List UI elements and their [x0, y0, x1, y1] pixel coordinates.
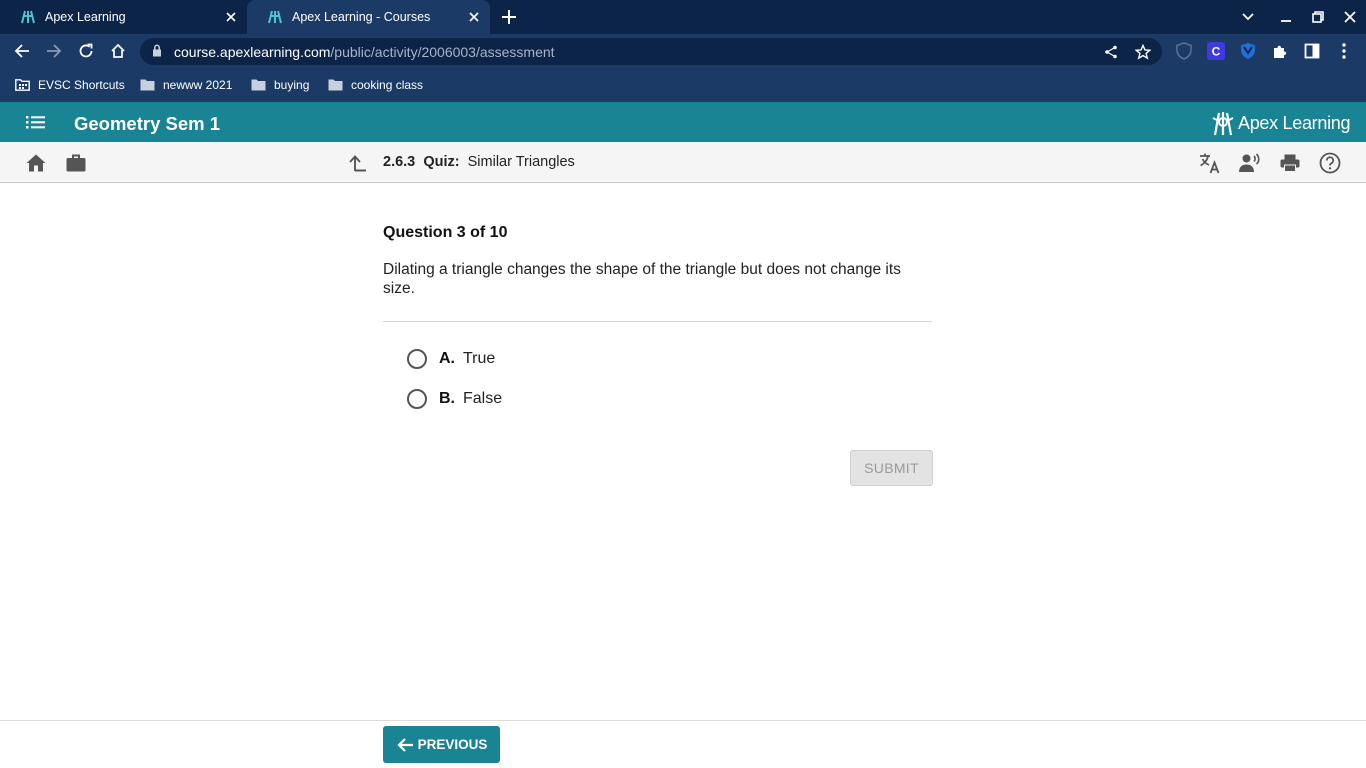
apps-folder-icon	[15, 79, 30, 91]
url-host: course.apexlearning.com	[174, 44, 331, 60]
address-bar[interactable]: course.apexlearning.com/public/activity/…	[140, 38, 1162, 65]
side-panel-icon[interactable]	[1300, 39, 1324, 63]
activity-breadcrumb: 2.6.3 Quiz: Similar Triangles	[383, 154, 575, 170]
radio-button-a[interactable]	[407, 349, 427, 369]
browser-menu-icon[interactable]	[1332, 39, 1356, 63]
text-to-speech-icon[interactable]	[1239, 152, 1261, 174]
bookmark-label: newww 2021	[163, 78, 233, 92]
arrow-left-icon	[397, 737, 413, 752]
apex-favicon-icon	[267, 9, 283, 25]
bookmark-newww-2021[interactable]: newww 2021	[140, 76, 232, 94]
quiz-footer: PREVIOUS	[0, 720, 1366, 768]
bookmark-evsc-shortcuts[interactable]: EVSC Shortcuts	[15, 76, 125, 94]
browser-toolbar: course.apexlearning.com/public/activity/…	[0, 34, 1366, 68]
apex-logo-icon	[1212, 112, 1234, 136]
bookmark-label: buying	[274, 78, 310, 92]
new-tab-plus-icon[interactable]	[499, 7, 519, 27]
bookmark-buying[interactable]: buying	[251, 76, 309, 94]
question-counter: Question 3 of 10	[383, 224, 508, 241]
translate-icon[interactable]	[1199, 152, 1221, 174]
previous-label: PREVIOUS	[417, 737, 488, 752]
back-arrow-icon[interactable]	[10, 39, 34, 63]
close-tab-icon[interactable]	[466, 9, 482, 25]
activity-number: 2.6.3	[383, 154, 416, 170]
home-icon[interactable]	[106, 39, 130, 63]
url-text: course.apexlearning.com/public/activity/…	[174, 44, 555, 60]
c-extension-icon[interactable]: C	[1204, 39, 1228, 63]
question-divider	[383, 321, 932, 322]
list-menu-icon[interactable]	[26, 114, 46, 135]
up-level-arrow-icon[interactable]	[347, 152, 369, 174]
activity-toolbar: 2.6.3 Quiz: Similar Triangles	[0, 142, 1366, 183]
shield-extension-icon[interactable]	[1172, 39, 1196, 63]
choice-text: True	[463, 350, 496, 367]
svg-text:C: C	[1212, 45, 1221, 59]
print-icon[interactable]	[1279, 152, 1301, 174]
guard-extension-icon[interactable]	[1236, 39, 1260, 63]
close-window-icon[interactable]	[1334, 0, 1366, 34]
folder-icon	[251, 79, 266, 91]
choice-letter: A.	[439, 350, 455, 367]
answer-choice-a[interactable]: A. True	[407, 348, 495, 370]
brand-name: Apex Learning	[1238, 112, 1351, 133]
activity-title: Similar Triangles	[467, 154, 575, 170]
tab-title: Apex Learning - Courses	[292, 10, 431, 24]
app-header: Geometry Sem 1 Apex Learning	[0, 102, 1366, 142]
answer-choice-b[interactable]: B. False	[407, 388, 502, 410]
browser-tab-strip: Apex Learning Apex Learning - Courses	[0, 0, 1366, 34]
extensions-puzzle-icon[interactable]	[1268, 39, 1292, 63]
submit-button[interactable]: SUBMIT	[850, 450, 933, 486]
url-path: /public/activity/2006003/assessment	[330, 44, 555, 60]
close-tab-icon[interactable]	[223, 9, 239, 25]
bookmark-label: EVSC Shortcuts	[38, 78, 125, 92]
briefcase-icon[interactable]	[65, 152, 87, 174]
tab-search-chevron-icon[interactable]	[1232, 0, 1264, 34]
radio-button-b[interactable]	[407, 389, 427, 409]
bookmark-star-icon[interactable]	[1134, 43, 1152, 61]
minimize-window-icon[interactable]	[1270, 0, 1302, 34]
forward-arrow-icon[interactable]	[42, 39, 66, 63]
share-icon[interactable]	[1102, 43, 1120, 61]
bookmark-cooking-class[interactable]: cooking class	[328, 76, 423, 94]
tab-title: Apex Learning	[45, 10, 126, 24]
folder-icon	[328, 79, 343, 91]
choice-letter: B.	[439, 390, 455, 407]
bookmark-label: cooking class	[351, 78, 424, 92]
apex-learning-logo[interactable]: Apex Learning	[1212, 110, 1350, 136]
choice-text: False	[463, 390, 503, 407]
lock-icon	[152, 44, 162, 62]
reload-icon[interactable]	[74, 39, 98, 63]
activity-kind: Quiz:	[423, 154, 460, 170]
home-icon[interactable]	[25, 152, 47, 174]
folder-icon	[140, 79, 155, 91]
browser-tab-apex-learning[interactable]: Apex Learning	[0, 0, 247, 34]
bookmarks-bar: EVSC Shortcuts newww 2021 buying cooking…	[0, 68, 1366, 102]
course-title: Geometry Sem 1	[74, 113, 221, 134]
apex-favicon-icon	[20, 9, 36, 25]
previous-button[interactable]: PREVIOUS	[383, 726, 500, 763]
help-icon[interactable]	[1319, 152, 1341, 174]
browser-tab-apex-courses[interactable]: Apex Learning - Courses	[247, 0, 490, 34]
question-text: Dilating a triangle changes the shape of…	[383, 261, 901, 297]
restore-window-icon[interactable]	[1302, 0, 1334, 34]
